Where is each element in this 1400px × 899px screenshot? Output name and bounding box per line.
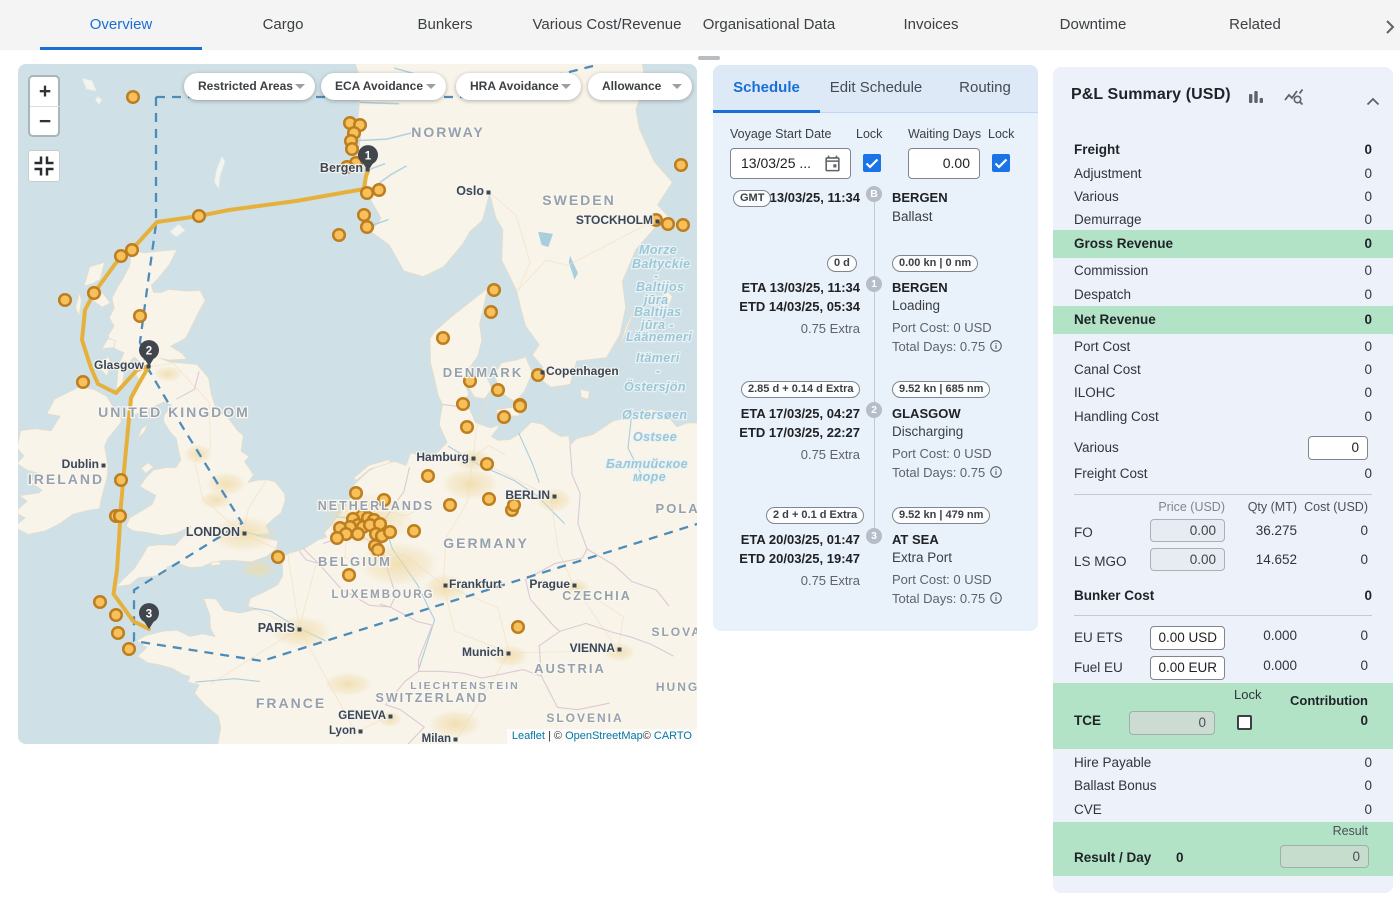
svg-text:-: - (656, 364, 661, 378)
svg-text:SWITZERLAND: SWITZERLAND (376, 691, 489, 705)
svg-text:1: 1 (365, 151, 372, 163)
svg-text:VIENNA: VIENNA (570, 641, 616, 655)
svg-text:Bałtyckie: Bałtyckie (632, 257, 691, 271)
svg-text:SLOVENIA: SLOVENIA (546, 711, 623, 725)
svg-text:POLAND: POLAND (656, 501, 697, 516)
svg-text:IRELAND: IRELAND (28, 471, 104, 487)
svg-text:2: 2 (146, 346, 152, 358)
svg-text:BERLIN: BERLIN (505, 488, 550, 502)
svg-text:HUNGARY: HUNGARY (656, 680, 697, 694)
svg-text:Dublin: Dublin (62, 457, 99, 471)
svg-text:Läänemeri: Läänemeri (626, 330, 692, 344)
svg-text:UNITED KINGDOM: UNITED KINGDOM (98, 404, 250, 420)
svg-text:Baltijos: Baltijos (636, 280, 684, 294)
svg-text:Milan: Milan (422, 733, 451, 744)
svg-text:Lyon: Lyon (329, 725, 356, 737)
svg-text:SLOVAKIA: SLOVAKIA (651, 625, 697, 639)
svg-text:AUSTRIA: AUSTRIA (534, 661, 606, 676)
svg-text:3: 3 (146, 609, 152, 621)
svg-text:Oslo: Oslo (456, 184, 484, 198)
svg-text:Prague: Prague (529, 577, 570, 591)
svg-text:Itämeri: Itämeri (636, 351, 680, 365)
svg-text:Frankfurt: Frankfurt (449, 577, 502, 591)
svg-text:STOCKHOLM: STOCKHOLM (576, 213, 653, 227)
svg-text:BELGIUM: BELGIUM (318, 554, 392, 569)
svg-text:LONDON: LONDON (186, 525, 240, 539)
svg-text:FRANCE: FRANCE (256, 695, 326, 711)
svg-text:Munich: Munich (462, 645, 504, 659)
svg-text:LIECHTENSTEIN: LIECHTENSTEIN (410, 680, 519, 692)
svg-text:Ostsee: Ostsee (633, 430, 677, 444)
svg-text:море: море (633, 470, 666, 484)
svg-text:GERMANY: GERMANY (443, 535, 529, 551)
svg-text:DENMARK: DENMARK (443, 365, 523, 380)
svg-text:NETHERLANDS: NETHERLANDS (318, 499, 434, 513)
svg-text:Glasgow: Glasgow (94, 358, 145, 372)
svg-text:Балтийское: Балтийское (606, 457, 688, 471)
svg-text:SWEDEN: SWEDEN (542, 192, 615, 208)
svg-text:Baltijas: Baltijas (634, 305, 682, 319)
svg-text:NORWAY: NORWAY (411, 124, 484, 140)
svg-text:PARIS: PARIS (258, 621, 295, 635)
svg-text:CZECHIA: CZECHIA (562, 589, 632, 603)
svg-text:Östersjön: Östersjön (624, 379, 686, 394)
svg-text:Copenhagen: Copenhagen (546, 364, 619, 378)
svg-text:Bergen: Bergen (320, 161, 363, 175)
svg-text:GENEVA: GENEVA (338, 710, 386, 722)
svg-text:Østersøen: Østersøen (622, 408, 687, 422)
svg-text:Morze: Morze (639, 243, 677, 257)
svg-text:Hamburg: Hamburg (416, 450, 469, 464)
svg-text:LUXEMBOURG: LUXEMBOURG (331, 589, 434, 601)
